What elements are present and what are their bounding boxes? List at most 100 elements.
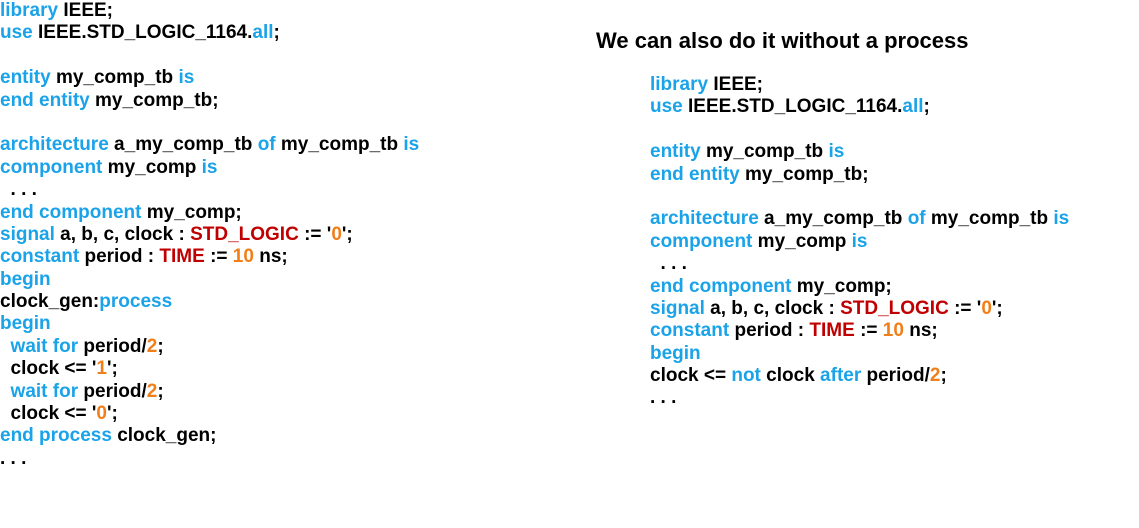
code-line: end entity my_comp_tb;	[0, 90, 419, 112]
code-token: ';	[107, 403, 118, 425]
code-token: ;	[273, 22, 280, 44]
code-token: 10	[232, 246, 254, 268]
code-token: . . .	[0, 447, 27, 469]
code-token: . . .	[650, 387, 677, 409]
code-token: a, b, c, clock :	[54, 223, 191, 245]
code-token: is	[828, 141, 845, 163]
code-line: entity my_comp_tb is	[650, 141, 1069, 163]
code-token: a, b, c, clock :	[704, 297, 841, 319]
code-token: period/	[78, 335, 147, 357]
code-line: constant period : TIME := 10 ns;	[0, 246, 419, 268]
code-token: end component	[650, 275, 792, 297]
code-line: library IEEE;	[650, 74, 1069, 96]
code-token: all	[902, 96, 924, 118]
code-token: my_comp_tb	[925, 208, 1054, 230]
code-token: all	[252, 22, 274, 44]
code-token: 2	[929, 365, 941, 387]
code-token: a_my_comp_tb	[758, 208, 908, 230]
code-token: ';	[341, 223, 353, 245]
code-token: period :	[729, 320, 810, 342]
code-line: begin	[650, 343, 1069, 365]
code-token: STD_LOGIC	[190, 223, 299, 245]
code-line: architecture a_my_comp_tb of my_comp_tb …	[0, 134, 419, 156]
code-token: IEEE;	[708, 74, 763, 95]
right-code-block: library IEEE; use IEEE.STD_LOGIC_1164.all…	[650, 74, 1069, 410]
code-line: use IEEE.STD_LOGIC_1164.all;	[0, 22, 419, 44]
code-token: TIME	[159, 246, 205, 268]
code-token: end entity	[0, 89, 90, 111]
code-token: clock <=	[650, 365, 732, 387]
code-token: use	[650, 96, 683, 118]
code-token: wait for	[0, 335, 79, 357]
code-token: 0	[96, 403, 107, 425]
code-line: architecture a_my_comp_tb of my_comp_tb …	[650, 208, 1069, 230]
left-code-block: library IEEE; use IEEE.STD_LOGIC_1164.all…	[0, 0, 419, 470]
code-token: ns;	[253, 246, 288, 268]
code-token: my_comp	[752, 230, 852, 252]
code-token: 2	[146, 335, 158, 357]
code-token: 10	[882, 320, 904, 342]
code-line: begin	[0, 313, 419, 335]
code-token: clock <= '	[0, 358, 97, 380]
code-token: period/	[78, 380, 147, 402]
code-token: . . .	[0, 179, 37, 201]
code-line: signal a, b, c, clock : STD_LOGIC := '0'…	[0, 224, 419, 246]
code-token: end component	[0, 201, 142, 223]
code-line: wait for period/2;	[0, 381, 419, 403]
code-token: my_comp_tb;	[89, 89, 219, 111]
code-token: after	[820, 365, 862, 387]
right-heading: We can also do it without a process	[596, 28, 969, 53]
code-token: 0	[981, 297, 992, 319]
code-line: clock <= '0';	[0, 403, 419, 425]
code-token: is	[178, 67, 195, 89]
code-token: is	[201, 156, 218, 178]
code-line: constant period : TIME := 10 ns;	[650, 320, 1069, 342]
code-line: component my_comp is	[0, 157, 419, 179]
code-token: entity	[650, 141, 701, 163]
code-token: IEEE.STD_LOGIC_1164.	[682, 96, 903, 118]
code-token: signal	[650, 297, 705, 319]
code-token: component	[650, 230, 753, 252]
code-token: constant	[0, 246, 80, 268]
code-token: ns;	[903, 320, 938, 342]
code-line: wait for period/2;	[0, 336, 419, 358]
code-line: entity my_comp_tb is	[0, 67, 419, 89]
code-token: my_comp_tb	[700, 141, 829, 163]
code-line: begin	[0, 269, 419, 291]
code-line: end component my_comp;	[0, 202, 419, 224]
code-line: end entity my_comp_tb;	[650, 164, 1069, 186]
code-token: period/	[861, 365, 930, 387]
code-line: signal a, b, c, clock : STD_LOGIC := '0'…	[650, 298, 1069, 320]
code-token: is	[1053, 208, 1070, 230]
code-token: ;	[157, 380, 164, 402]
code-token: architecture	[0, 134, 109, 156]
code-token: component	[0, 156, 103, 178]
code-token: my_comp;	[791, 275, 892, 297]
code-token: signal	[0, 223, 55, 245]
code-line: . . .	[0, 448, 419, 470]
code-token: ;	[157, 335, 164, 357]
code-token: clock	[760, 365, 821, 387]
code-token: 0	[331, 223, 342, 245]
code-token: begin	[0, 268, 51, 290]
code-token: my_comp;	[141, 201, 242, 223]
code-token: 1	[96, 358, 107, 380]
code-token: is	[403, 134, 420, 156]
code-token: STD_LOGIC	[840, 297, 949, 319]
code-token: architecture	[650, 208, 759, 230]
code-token: end entity	[650, 163, 740, 185]
code-line: . . .	[650, 253, 1069, 275]
code-token: library	[650, 74, 709, 95]
code-token: period :	[79, 246, 160, 268]
code-line: end process clock_gen;	[0, 425, 419, 447]
code-token: ';	[991, 297, 1003, 319]
code-token: entity	[0, 67, 51, 89]
code-token: end process	[0, 425, 112, 447]
code-line: . . .	[650, 387, 1069, 409]
code-token: ;	[940, 365, 947, 387]
code-token: clock <= '	[0, 403, 97, 425]
code-token: of	[257, 134, 276, 156]
code-token: ;	[923, 96, 930, 118]
